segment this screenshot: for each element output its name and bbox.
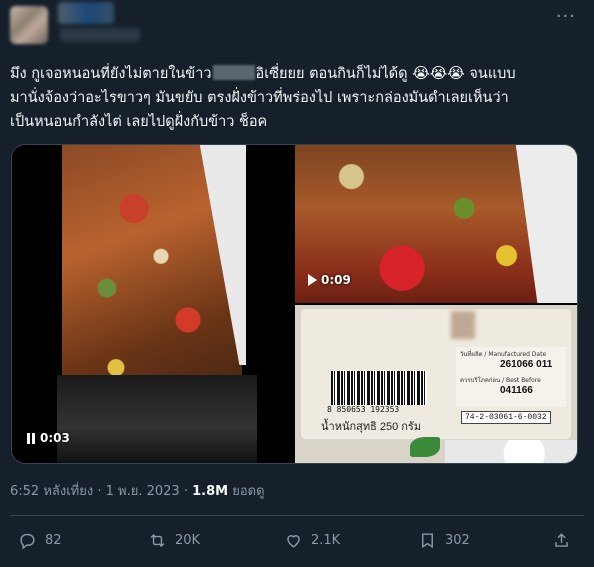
tweet-text-segment: จนแบบ <box>464 66 516 82</box>
net-weight: น้ำหนักสุทธิ 250 กรัม <box>321 421 422 433</box>
video-left-timestamp[interactable]: 0:03 <box>26 431 70 445</box>
more-icon[interactable]: ··· <box>556 6 576 27</box>
action-bar: 82 20K 2.1K 302 <box>0 525 594 559</box>
bookmark-icon <box>422 533 433 549</box>
retweet-icon <box>150 533 165 548</box>
crying-emoji: 😭😭😭 <box>412 64 465 82</box>
like-button[interactable]: 2.1K <box>284 531 340 550</box>
bb-date: 041166 <box>500 385 533 396</box>
video-left[interactable] <box>12 145 293 463</box>
meta-separator: · <box>183 484 188 499</box>
views-label: ยอดดู <box>232 484 265 499</box>
tweet-text-segment: มึง กูเจอหนอนที่ยังไม่ตายในข้าว <box>10 66 212 82</box>
barcode-number: 8 850653 192353 <box>327 405 400 414</box>
bb-label: ควรบริโภคก่อน / Best Before <box>460 377 541 384</box>
tweet-text-line-3: เป็นหนอนกำลังไต่ เลยไปดูฝั่งกับข้าว ช็อค <box>10 114 268 130</box>
media-grid: 8 850653 192353 น้ำหนักสุทธิ 250 กรัม วั… <box>11 144 578 464</box>
reply-count: 82 <box>45 533 62 548</box>
reply-button[interactable]: 82 <box>18 531 62 550</box>
post-time[interactable]: 6:52 หลังเที่ยง <box>10 484 93 499</box>
video-time-label: 0:03 <box>40 431 70 445</box>
retweet-count: 20K <box>175 533 201 548</box>
tweet-text-line-1: มึง กูเจอหนอนที่ยังไม่ตายในข้าว อิเซี่ยยย… <box>10 61 584 86</box>
tweet-text-segment: อิเซี่ยยย ตอนกินก็ไม่ได้ดู <box>255 66 413 82</box>
tray-image <box>57 375 257 463</box>
product-label: 8 850653 192353 น้ำหนักสุทธิ 250 กรัม วั… <box>301 309 571 439</box>
avatar[interactable] <box>10 6 48 44</box>
bookmark-count: 302 <box>445 533 470 548</box>
handle-redacted[interactable] <box>60 28 140 42</box>
retweet-button[interactable]: 20K <box>148 531 200 550</box>
share-icon <box>555 533 568 547</box>
views-count[interactable]: 1.8M <box>192 484 228 499</box>
tweet-header: ··· <box>0 0 594 60</box>
video-right-timestamp[interactable]: 0:09 <box>308 273 351 287</box>
like-icon <box>287 535 300 548</box>
display-name-redacted[interactable] <box>58 2 114 24</box>
reply-icon <box>20 533 35 550</box>
meta-separator: · <box>97 484 102 499</box>
tweet-meta: 6:52 หลังเที่ยง · 1 พ.ย. 2023 · 1.8M ยอด… <box>10 480 265 501</box>
pause-icon[interactable] <box>26 432 36 444</box>
rice-image <box>445 440 577 463</box>
image-right-bottom[interactable]: 8 850653 192353 น้ำหนักสุทธิ 250 กรัม วั… <box>295 305 577 463</box>
mfg-date: 261066 011 <box>500 359 553 370</box>
video-time-label: 0:09 <box>321 273 351 287</box>
lot-code: 74-2-03061-6-0032 <box>461 411 551 424</box>
redacted-word <box>212 65 255 80</box>
bookmark-button[interactable]: 302 <box>418 531 470 550</box>
barcode-image <box>331 371 427 405</box>
like-count: 2.1K <box>311 533 341 548</box>
mfg-label: วันที่ผลิต / Manufactured Date <box>460 351 547 358</box>
tweet-text-line-2: มานั่งจ้องว่าอะไรขาวๆ มันขยับ ตรงฝั่งข้า… <box>10 90 509 106</box>
share-button[interactable] <box>552 531 571 550</box>
play-icon[interactable] <box>308 274 317 286</box>
garnish-image <box>410 437 440 457</box>
plate-image <box>515 145 577 303</box>
label-redacted <box>451 311 475 339</box>
divider <box>10 515 584 516</box>
tweet-text: มึง กูเจอหนอนที่ยังไม่ตายในข้าว อิเซี่ยยย… <box>10 61 584 134</box>
date-box: วันที่ผลิต / Manufactured Date ควรบริโภค… <box>456 347 566 407</box>
post-date[interactable]: 1 พ.ย. 2023 <box>106 484 180 499</box>
